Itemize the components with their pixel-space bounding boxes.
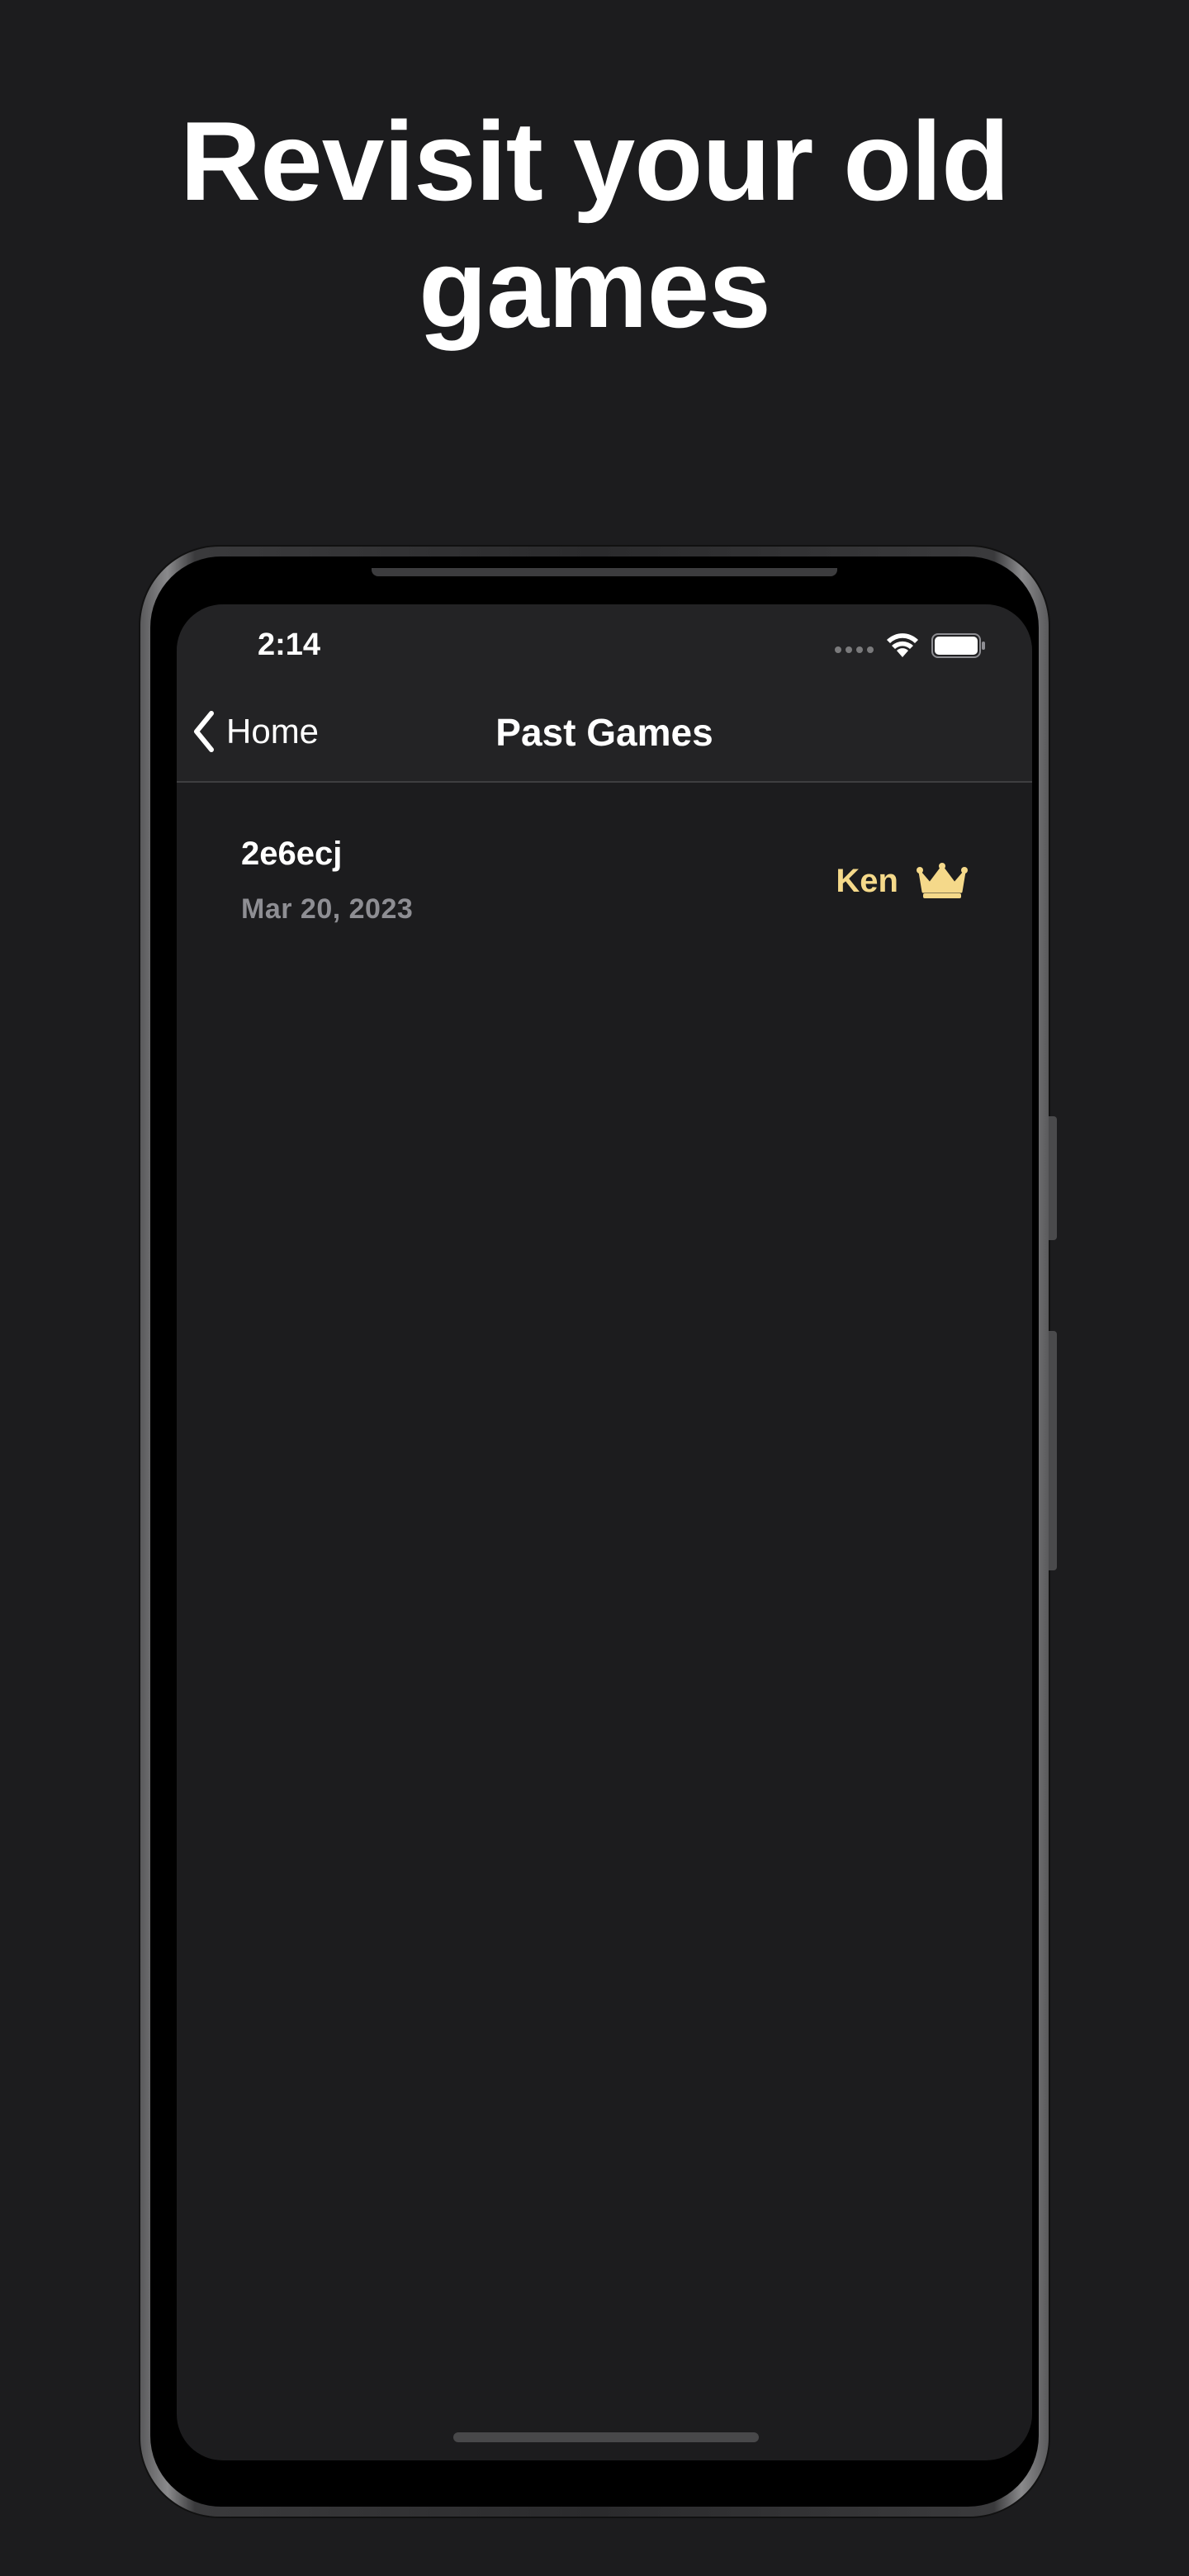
status-time: 2:14 [258, 627, 321, 662]
phone-bezel: 2:14 Home Past Games 2e6ecj Mar 20, 2023… [150, 556, 1039, 2507]
past-game-row[interactable]: 2e6ecj Mar 20, 2023 Ken [177, 836, 1032, 959]
back-button-label: Home [226, 712, 320, 751]
phone-side-button [1049, 1331, 1057, 1570]
wifi-icon [887, 633, 918, 657]
headline-line-2: games [419, 225, 771, 351]
chevron-left-icon [194, 711, 214, 752]
navigation-bar: 2:14 Home Past Games [177, 604, 1032, 783]
winner-name: Ken [836, 862, 898, 899]
game-code: 2e6ecj [241, 836, 343, 872]
battery-icon [931, 633, 985, 658]
back-button[interactable]: Home [192, 710, 319, 753]
status-icons [835, 629, 986, 662]
game-winner: Ken [836, 862, 968, 900]
signal-dots-icon [835, 646, 874, 653]
headline: Revisit your old games [0, 97, 1189, 352]
speaker-bar [372, 568, 837, 576]
headline-line-1: Revisit your old [179, 98, 1010, 224]
phone-frame: 2:14 Home Past Games 2e6ecj Mar 20, 2023… [140, 547, 1057, 2517]
app-screen: 2:14 Home Past Games 2e6ecj Mar 20, 2023… [177, 604, 1032, 2460]
phone-side-button [1049, 1116, 1057, 1240]
home-indicator[interactable] [453, 2432, 759, 2442]
game-date: Mar 20, 2023 [241, 893, 414, 925]
crown-icon [917, 863, 968, 898]
